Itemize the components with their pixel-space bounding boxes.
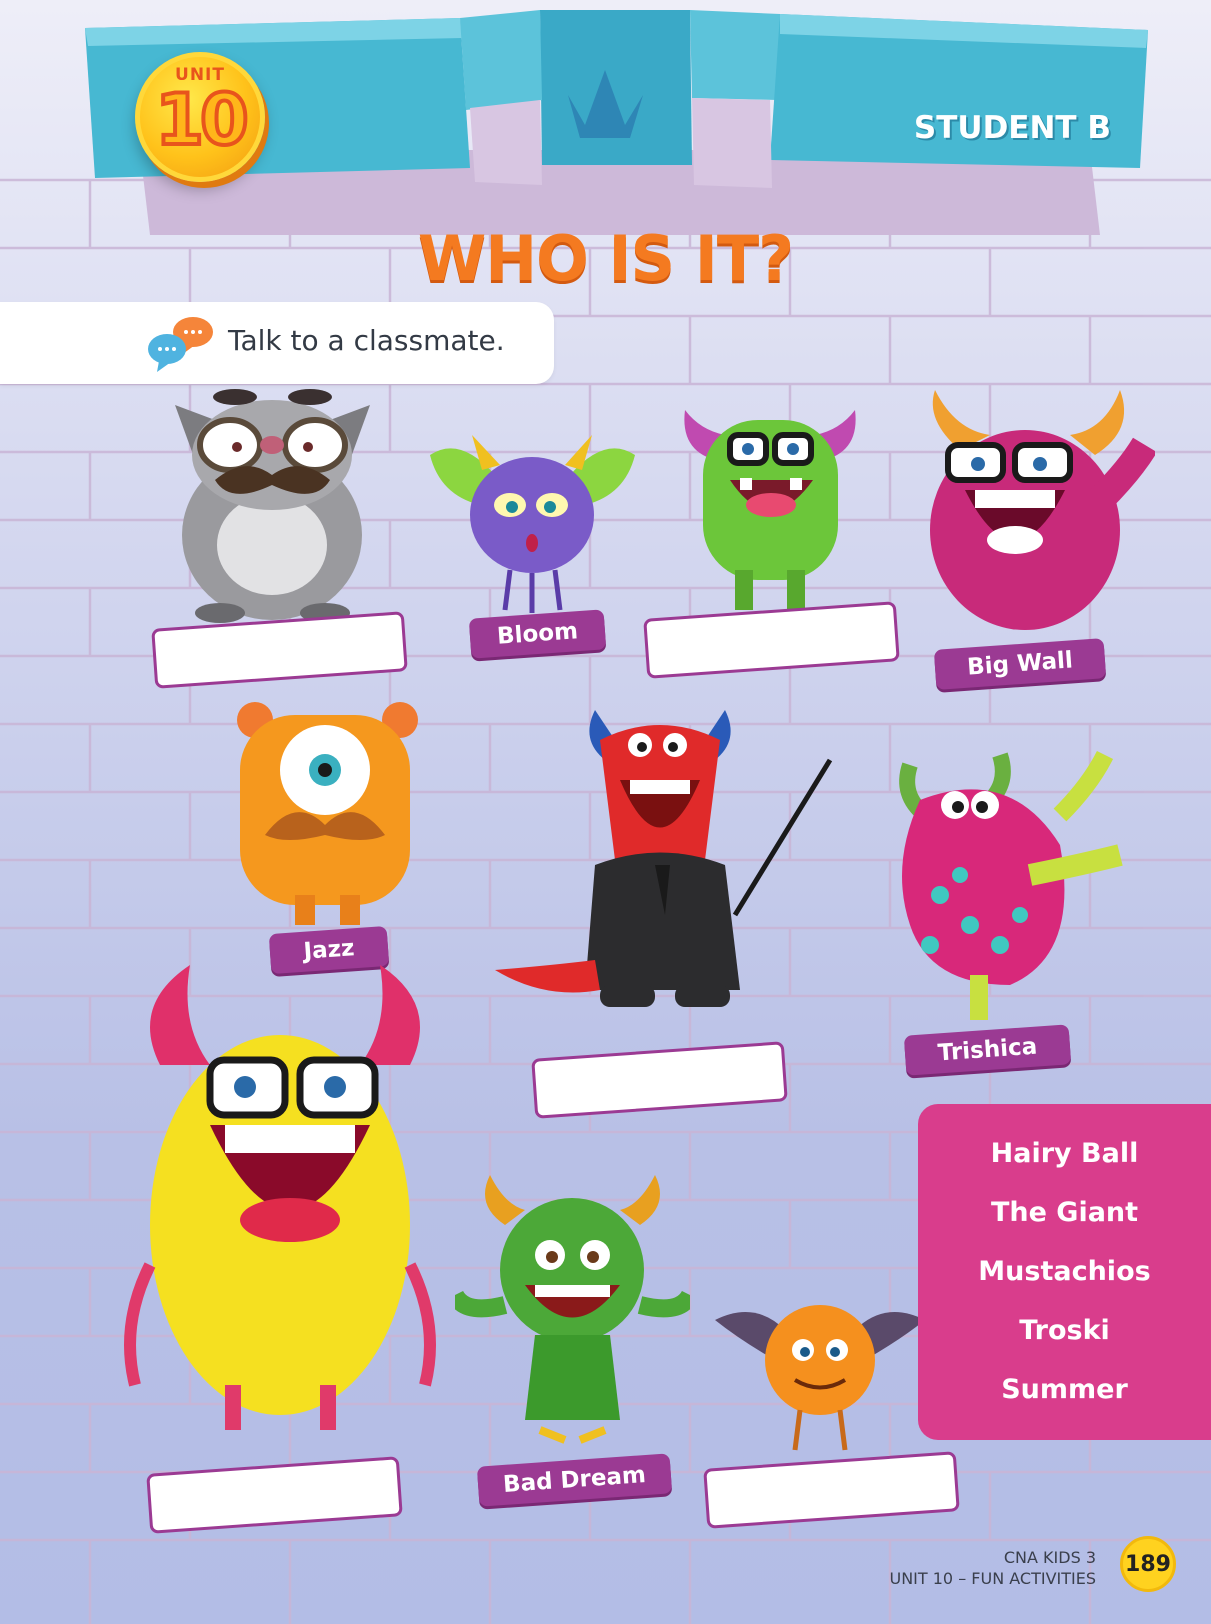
grey-mustache-monster (175, 389, 370, 623)
footer-line-1: CNA KIDS 3 (1003, 1548, 1096, 1567)
green-glasses-monster (684, 410, 856, 610)
big-wall-monster (930, 390, 1155, 630)
word-bank-item: Mustachios (978, 1256, 1151, 1287)
word-bank-item: Troski (1019, 1315, 1110, 1346)
word-bank: Hairy Ball The Giant Mustachios Troski S… (918, 1104, 1211, 1440)
yellow-horned-monster (124, 965, 436, 1430)
red-suit-monster (495, 710, 833, 1007)
bloom-monster (430, 435, 635, 613)
word-bank-item: Summer (1001, 1374, 1128, 1405)
speech-bubbles-icon (148, 317, 213, 372)
page-title: WHO IS IT? (417, 222, 794, 295)
jazz-monster (237, 702, 418, 925)
footer-line-2: UNIT 10 – FUN ACTIVITIES (889, 1569, 1096, 1588)
unit-badge: UNIT 10 (135, 52, 265, 182)
word-bank-item: The Giant (990, 1197, 1139, 1228)
page-number: 189 (1120, 1536, 1176, 1592)
word-bank-item: Hairy Ball (990, 1138, 1139, 1169)
instruction-bar: Talk to a classmate. (0, 302, 554, 384)
unit-number: 10 (153, 77, 250, 163)
orange-winged-monster (715, 1305, 925, 1451)
student-label: STUDENT B (913, 110, 1111, 146)
footer-text: CNA KIDS 3 UNIT 10 – FUN ACTIVITIES (889, 1547, 1096, 1589)
trishica-monster (899, 750, 1123, 1020)
bad-dream-monster (455, 1175, 690, 1444)
instruction-text: Talk to a classmate. (228, 324, 505, 357)
